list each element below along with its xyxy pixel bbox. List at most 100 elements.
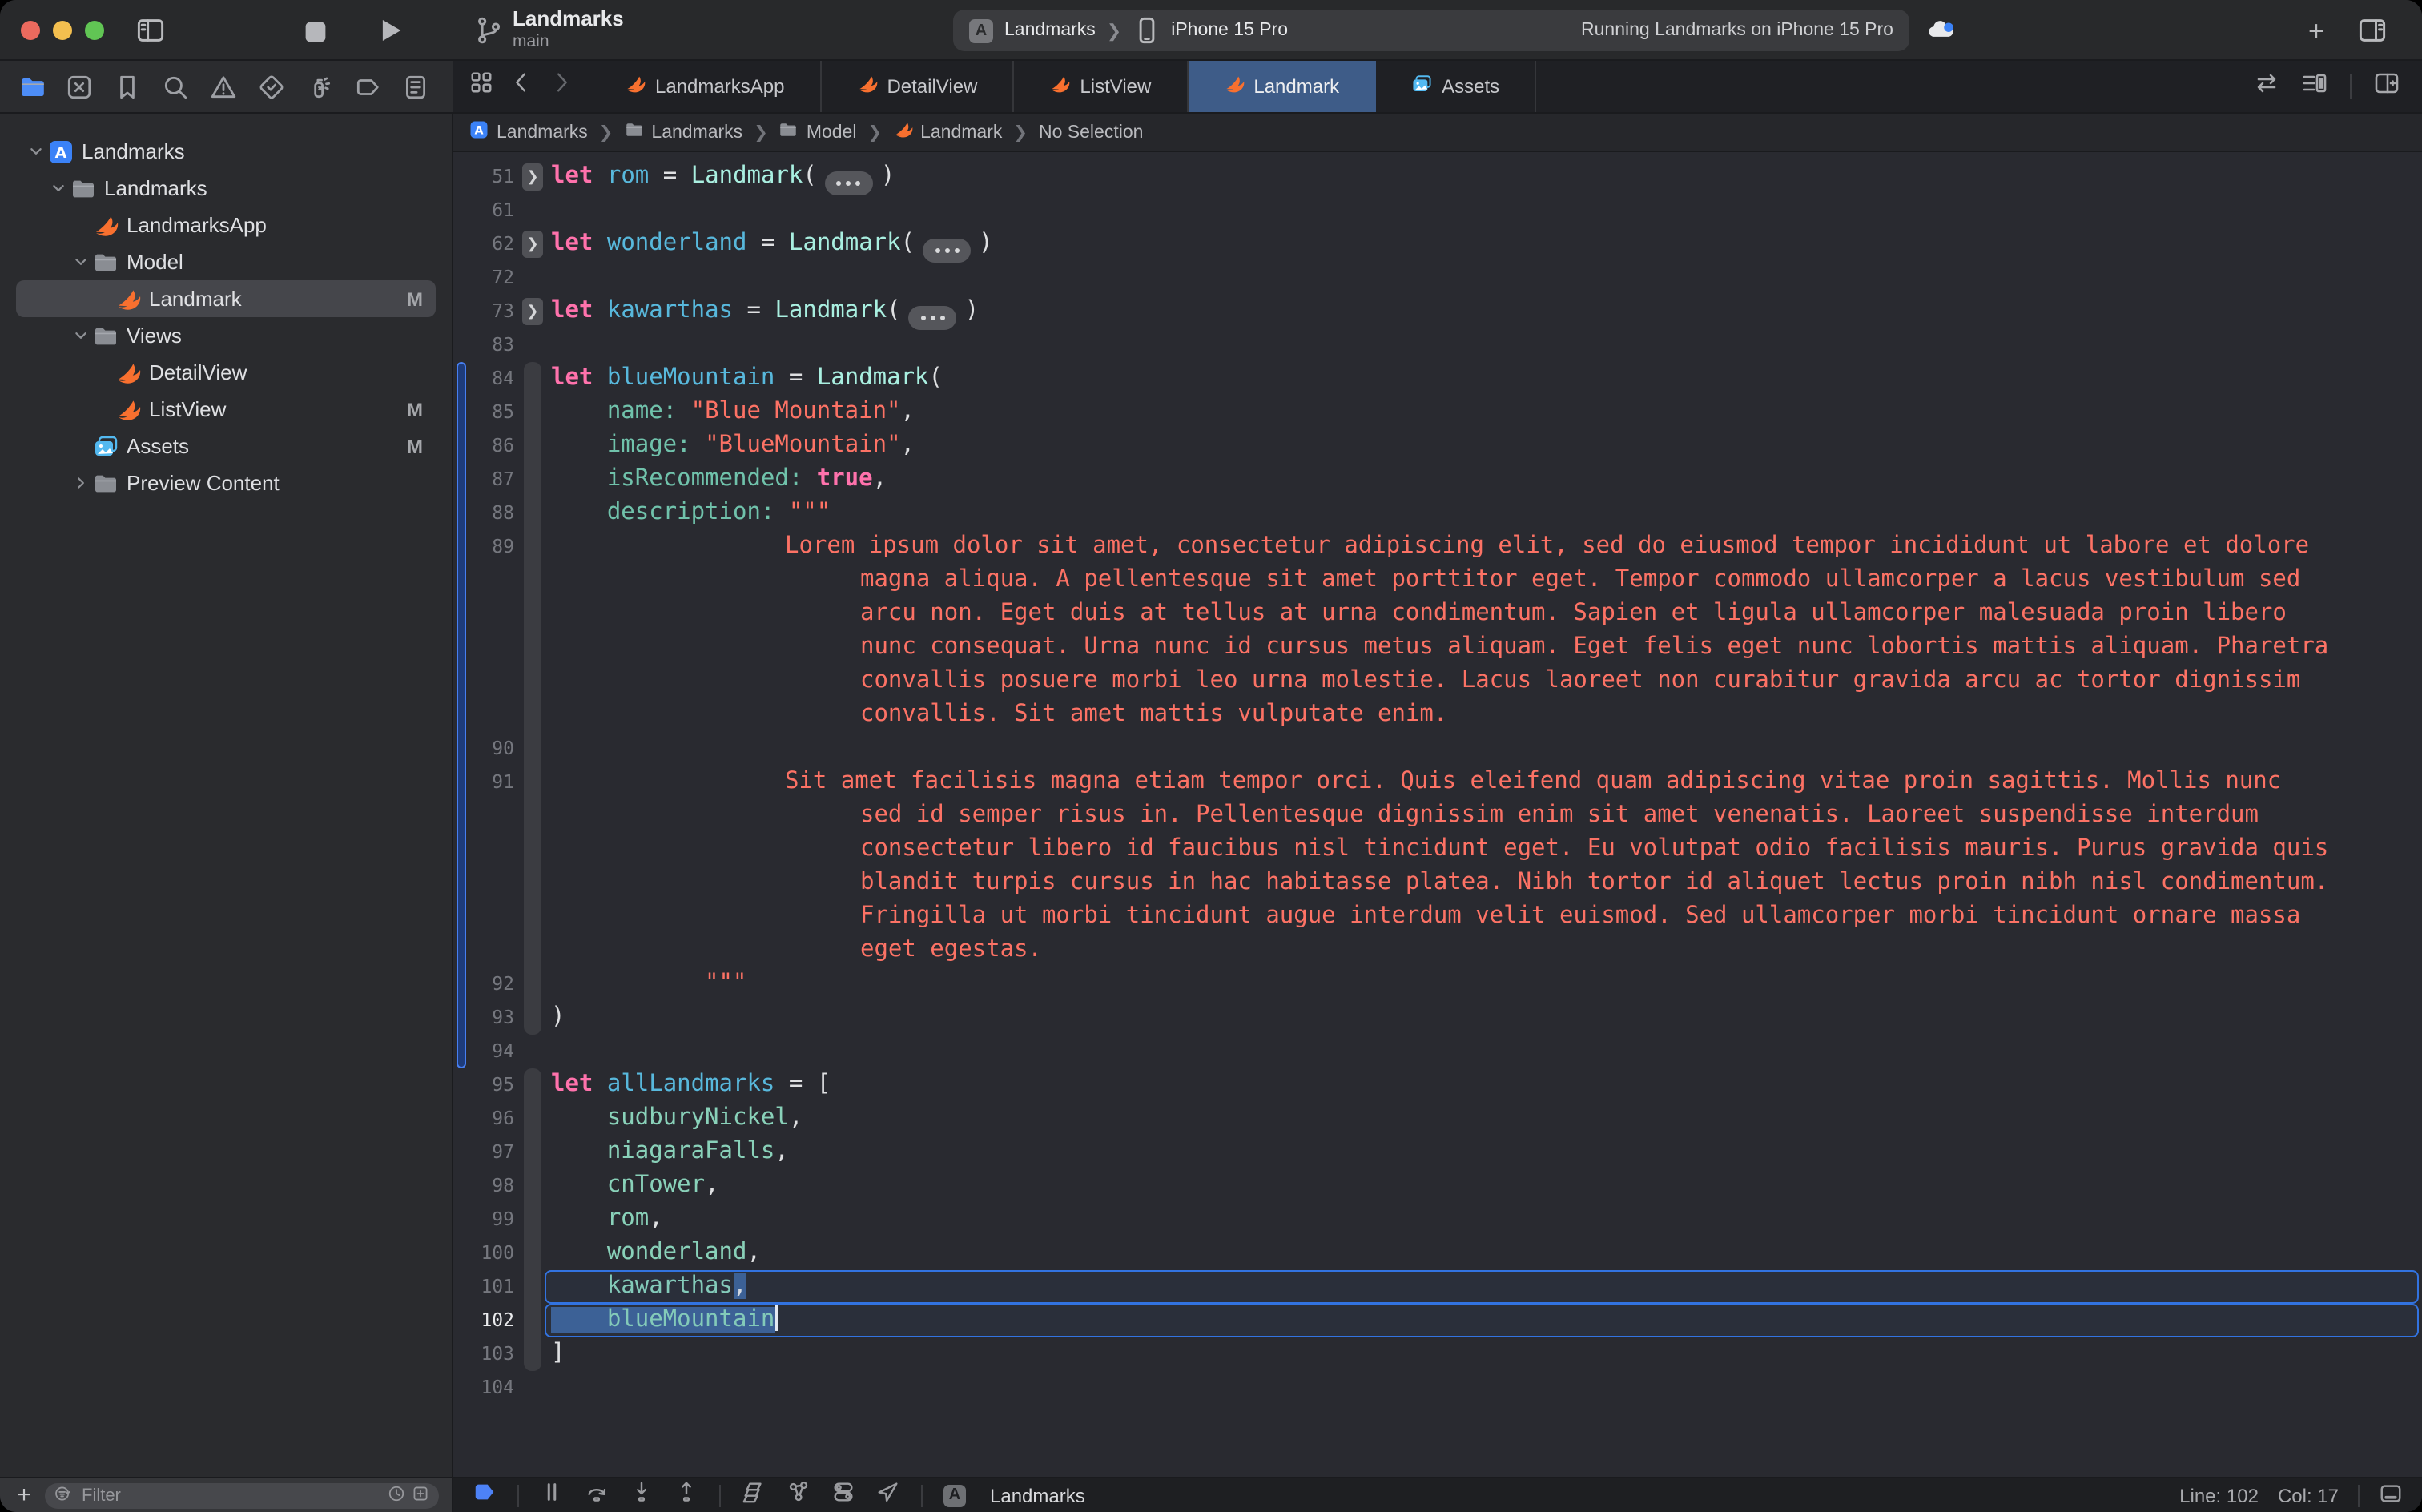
navigator-bar [0, 61, 453, 114]
zoom-window-button[interactable] [85, 21, 104, 40]
branch-name: main [513, 32, 624, 53]
code-review-icon[interactable] [2254, 70, 2279, 103]
bookmark-navigator-icon[interactable] [109, 67, 147, 106]
step-out-icon[interactable] [674, 1479, 698, 1511]
code-line-content: wonderland, [541, 1237, 2422, 1270]
code-token: , [705, 1172, 718, 1198]
sidebar-item-landmarks[interactable]: ALandmarks [16, 133, 436, 170]
tab-listview[interactable]: ListView [1014, 61, 1188, 112]
add-editor-icon[interactable] [2374, 70, 2400, 103]
code-line: 94 [453, 1035, 2422, 1068]
source-control-navigator-icon[interactable] [61, 67, 99, 106]
pause-execution-icon[interactable] [540, 1479, 564, 1511]
minimize-window-button[interactable] [53, 21, 72, 40]
issue-navigator-icon[interactable] [204, 67, 243, 106]
disclosure-open-icon[interactable] [70, 328, 90, 343]
toggle-right-sidebar-icon[interactable] [2358, 16, 2387, 45]
forward-button[interactable] [549, 70, 573, 103]
folded-code-icon[interactable] [923, 238, 971, 262]
sidebar-item-landmark[interactable]: LandmarkM [16, 280, 436, 317]
environment-overrides-icon[interactable] [831, 1479, 855, 1511]
toggle-debug-area-icon[interactable] [2379, 1481, 2403, 1510]
add-file-button[interactable]: + [13, 1482, 35, 1509]
step-into-icon[interactable] [630, 1479, 654, 1511]
line-number: 99 [453, 1203, 521, 1237]
report-navigator-icon[interactable] [396, 67, 434, 106]
tab-assets[interactable]: Assets [1376, 61, 1536, 112]
breadcrumb-item[interactable]: ALandmarks [469, 120, 588, 144]
sidebar-item-assets[interactable]: AssetsM [16, 428, 436, 464]
code-line-content: let rom = Landmark() [541, 159, 2422, 195]
folded-code-icon[interactable] [825, 171, 873, 195]
disclosure-open-icon[interactable] [48, 181, 67, 195]
breadcrumb-item[interactable]: Model [779, 120, 857, 144]
sidebar-item-views[interactable]: Views [16, 317, 436, 354]
step-over-icon[interactable] [585, 1479, 609, 1511]
fold-ribbon[interactable] [524, 362, 541, 1035]
filter-field[interactable] [45, 1482, 439, 1508]
test-navigator-icon[interactable] [252, 67, 291, 106]
code-token: ) [979, 230, 992, 255]
folder-icon [624, 120, 643, 144]
line-number: 72 [453, 261, 521, 295]
breakpoint-navigator-icon[interactable] [348, 67, 386, 106]
toggle-left-sidebar-icon[interactable] [136, 16, 165, 45]
sidebar-item-preview-content[interactable]: Preview Content [16, 464, 436, 501]
back-button[interactable] [509, 70, 533, 103]
folded-code-icon[interactable] [909, 305, 957, 329]
sidebar-item-landmarks[interactable]: Landmarks [16, 170, 436, 207]
code-line: eget egestas. [453, 934, 2422, 967]
memory-graph-icon[interactable] [787, 1479, 811, 1511]
code-token: ) [965, 297, 979, 323]
disclosure-open-icon[interactable] [26, 144, 45, 159]
code-token [593, 230, 606, 255]
breadcrumb-item[interactable]: No Selection [1039, 123, 1143, 142]
simulate-location-icon[interactable] [876, 1479, 900, 1511]
window-title: Landmarks main [474, 6, 624, 53]
fold-ribbon[interactable] [524, 1068, 541, 1371]
disclosure-open-icon[interactable] [70, 255, 90, 269]
breakpoints-toggle-icon[interactable] [473, 1479, 497, 1511]
scheme-selector[interactable]: A Landmarks ❯ iPhone 15 Pro Running Land… [953, 10, 1909, 51]
fold-disclosure-icon[interactable]: ❯ [522, 298, 543, 325]
breadcrumb-item[interactable]: Landmarks [624, 120, 742, 144]
tab-detailview[interactable]: DetailView [821, 61, 1014, 112]
debug-navigator-icon[interactable] [300, 67, 339, 106]
sidebar-item-label: ListView [149, 397, 226, 421]
svg-text:A: A [54, 143, 66, 161]
run-button[interactable] [376, 16, 405, 45]
sidebar-item-listview[interactable]: ListViewM [16, 391, 436, 428]
sidebar-item-model[interactable]: Model [16, 243, 436, 280]
filter-input[interactable] [78, 1484, 381, 1506]
sidebar-item-landmarksapp[interactable]: LandmarksApp [16, 207, 436, 243]
add-tab-button[interactable]: + [2308, 16, 2324, 48]
sidebar-item-detailview[interactable]: DetailView [16, 354, 436, 391]
project-navigator-icon[interactable] [13, 67, 51, 106]
view-hierarchy-icon[interactable] [742, 1479, 766, 1511]
scheme-project[interactable]: Landmarks [1004, 21, 1096, 40]
find-navigator-icon[interactable] [156, 67, 195, 106]
recent-files-icon[interactable] [388, 1481, 405, 1510]
related-items-icon[interactable] [469, 70, 493, 103]
code-line-content: let blueMountain = Landmark( [541, 362, 2422, 396]
breadcrumb-item[interactable]: Landmark [893, 120, 1002, 144]
adjust-editor-options-icon[interactable] [2302, 70, 2327, 103]
close-window-button[interactable] [21, 21, 40, 40]
code-token: ( [901, 230, 915, 255]
disclosure-closed-icon[interactable] [70, 476, 90, 490]
tab-landmarksapp[interactable]: LandmarksApp [589, 61, 821, 112]
flagged-files-icon[interactable] [412, 1481, 429, 1510]
breadcrumb: ALandmarks❯Landmarks❯Model❯Landmark❯No S… [453, 114, 2422, 152]
fold-disclosure-icon[interactable]: ❯ [522, 231, 543, 258]
code-line-content: name: "Blue Mountain", [541, 396, 2422, 429]
code-line: 61 [453, 194, 2422, 227]
stop-button[interactable] [301, 18, 330, 46]
scheme-destination[interactable]: iPhone 15 Pro [1171, 21, 1288, 40]
fold-ribbon-cell [521, 1371, 541, 1405]
code-editor[interactable]: 51let rom = Landmark()6162let wonderland… [453, 152, 2422, 1477]
fold-disclosure-icon[interactable]: ❯ [522, 163, 543, 191]
tab-landmark[interactable]: Landmark [1188, 61, 1376, 112]
code-token: , [789, 1105, 803, 1131]
code-token: isRecommended: [607, 466, 803, 492]
xcode-cloud-icon[interactable] [1927, 14, 1956, 43]
